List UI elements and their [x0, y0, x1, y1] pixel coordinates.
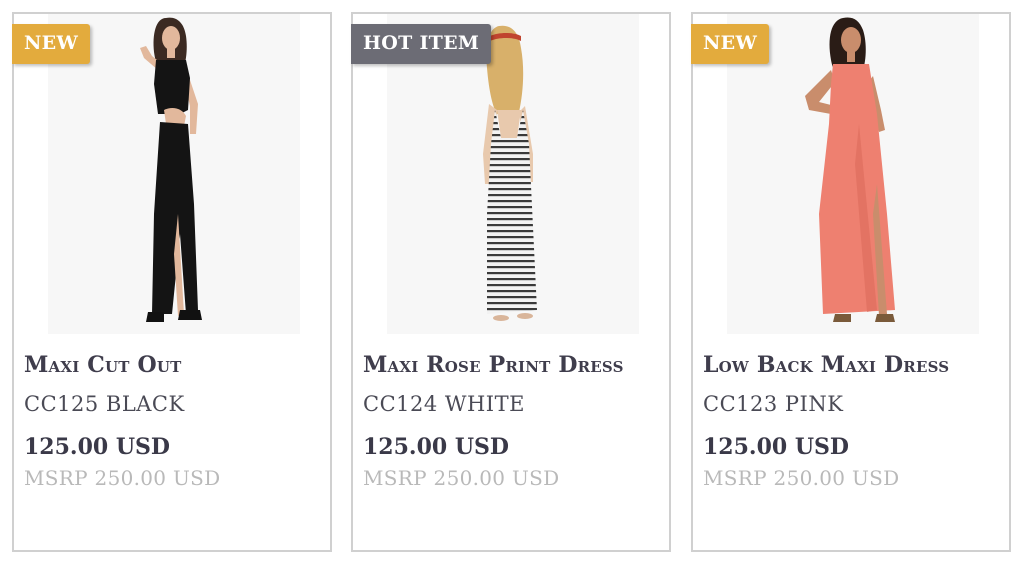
- product-name[interactable]: Maxi Cut Out: [24, 352, 324, 378]
- product-sku: CC123 PINK: [703, 392, 844, 416]
- product-card[interactable]: NEW Low Back Maxi Dress CC123 PINK 125.0…: [691, 12, 1011, 552]
- product-price: 125.00 USD: [363, 434, 510, 460]
- hot-item-badge: HOT ITEM: [351, 24, 492, 64]
- product-msrp: MSRP 250.00 USD: [363, 466, 560, 490]
- product-msrp: MSRP 250.00 USD: [703, 466, 900, 490]
- new-badge: NEW: [691, 24, 770, 64]
- product-sku: CC124 WHITE: [363, 392, 525, 416]
- product-sku: CC125 BLACK: [24, 392, 185, 416]
- product-name[interactable]: Maxi Rose Print Dress: [363, 352, 663, 378]
- product-msrp: MSRP 250.00 USD: [24, 466, 221, 490]
- product-price: 125.00 USD: [703, 434, 850, 460]
- new-badge: NEW: [12, 24, 91, 64]
- product-name[interactable]: Low Back Maxi Dress: [703, 352, 1003, 378]
- product-card[interactable]: NEW Maxi Cut Out CC125 BLACK 125.00 USD …: [12, 12, 332, 552]
- product-price: 125.00 USD: [24, 434, 171, 460]
- product-card[interactable]: HOT ITEM Maxi Rose Print Dress CC124 WHI…: [351, 12, 671, 552]
